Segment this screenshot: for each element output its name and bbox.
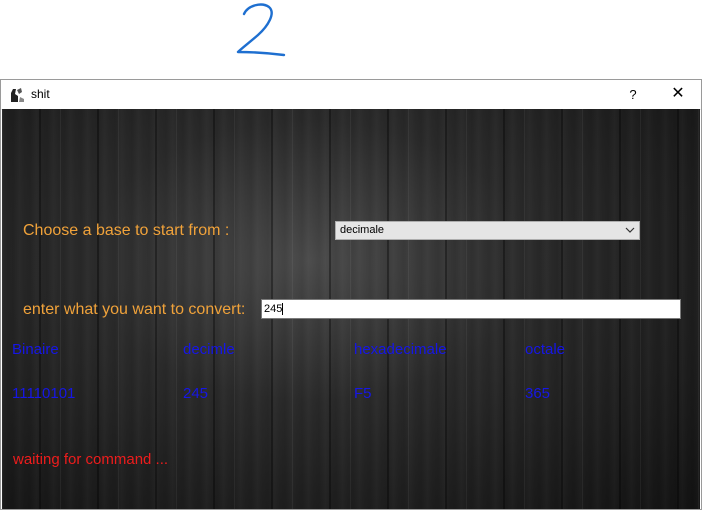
value-binaire: 11110101 — [12, 385, 76, 402]
value-hexadecimale: F5 — [354, 385, 372, 402]
chevron-down-icon — [625, 227, 635, 233]
convert-input[interactable]: 245 — [261, 299, 681, 319]
client-area: Choose a base to start from : decimale e… — [2, 109, 700, 509]
header-decimale: decimle — [183, 341, 235, 358]
convert-input-value: 245 — [264, 303, 283, 315]
header-octale: octale — [525, 341, 566, 358]
text-caret — [282, 303, 284, 316]
base-select[interactable]: decimale — [335, 221, 640, 240]
status-text: waiting for command ... — [13, 451, 169, 468]
window-title: shit — [31, 87, 50, 101]
base-select-value: decimale — [340, 224, 385, 236]
header-hexadecimale: hexadecimale — [354, 341, 447, 358]
base-label: Choose a base to start from : — [23, 222, 230, 239]
handwritten-annotation-2 — [236, 3, 286, 57]
app-icon — [8, 86, 26, 104]
app-window: shit ? ✕ Choose a base to start from : d… — [0, 79, 702, 510]
help-button[interactable]: ? — [613, 80, 653, 109]
close-button[interactable]: ✕ — [655, 80, 701, 109]
input-label: enter what you want to convert: — [23, 301, 246, 318]
value-decimale: 245 — [183, 385, 209, 402]
title-bar: shit ? ✕ — [1, 80, 701, 110]
value-octale: 365 — [525, 385, 551, 402]
header-binaire: Binaire — [12, 341, 59, 358]
